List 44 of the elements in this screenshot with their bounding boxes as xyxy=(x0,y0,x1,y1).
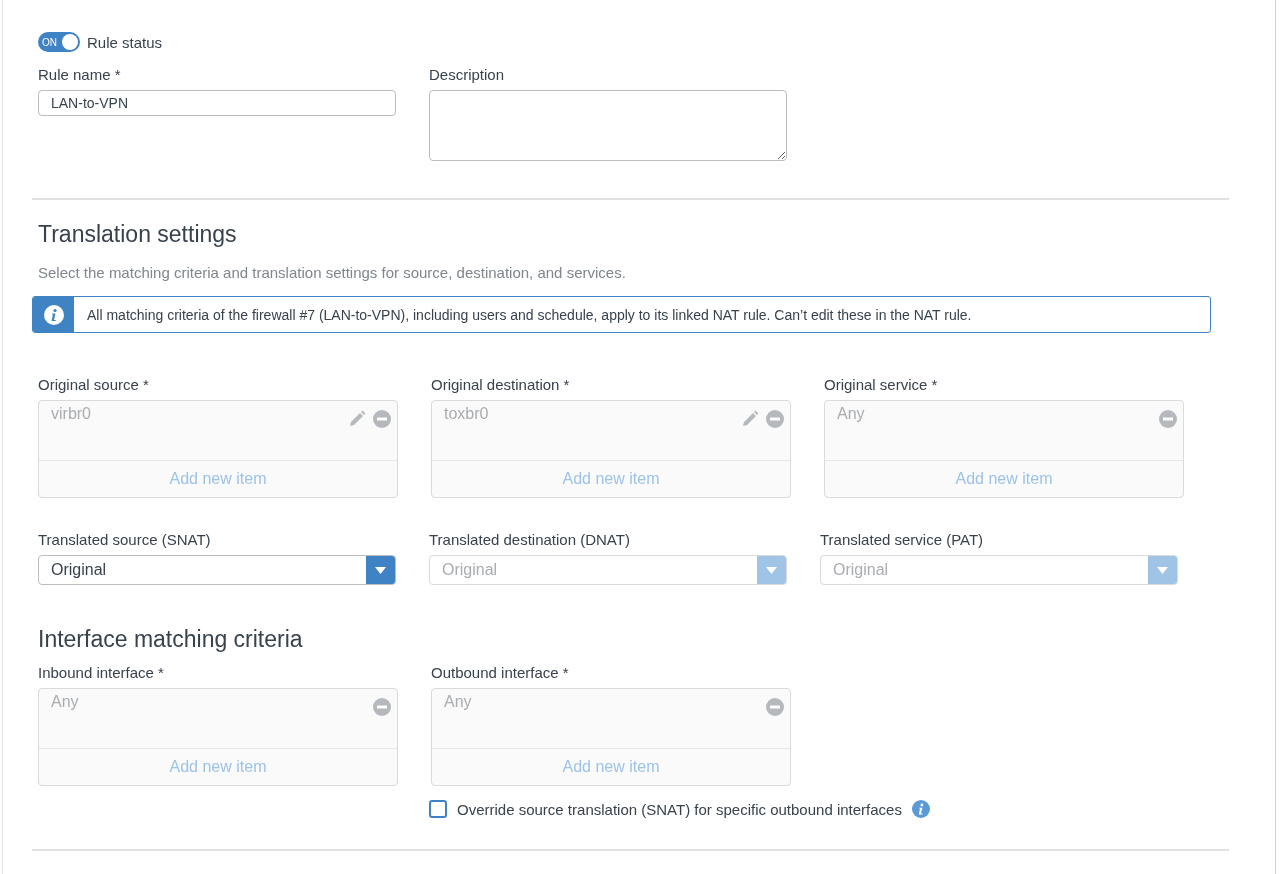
add-new-item-link[interactable]: Add new item xyxy=(562,758,660,776)
banner-text: All matching criteria of the firewall #7 (LAN-to-VPN), including users and schedule, apply to its linked NAT rule. Can’t edit these in the NAT rule. xyxy=(86,305,972,325)
field-label: Rule name * xyxy=(38,66,122,83)
field-label: Translated service (PAT) xyxy=(820,531,985,548)
add-new-item-link[interactable]: Add new item xyxy=(169,470,267,488)
field-label: Translated destination (DNAT) xyxy=(429,531,631,548)
field-label: Original service * xyxy=(824,376,939,393)
add-new-item-link[interactable]: Add new item xyxy=(169,758,267,776)
caret-icon xyxy=(766,566,777,574)
pencil-icon[interactable] xyxy=(348,410,366,428)
section-description: Select the matching criteria and translation settings for source, destination, and services. xyxy=(38,264,627,281)
add-new-item-link[interactable]: Add new item xyxy=(562,470,660,488)
rule-name-field[interactable]: LAN-to-VPN xyxy=(38,90,396,116)
dropdown[interactable]: Original xyxy=(38,555,396,585)
list-item: Any xyxy=(837,405,866,423)
section-title: Interface matching criteria xyxy=(38,626,304,653)
add-new-item-link[interactable]: Add new item xyxy=(955,470,1053,488)
remove-icon[interactable] xyxy=(373,410,391,428)
field-label: Description xyxy=(429,66,506,83)
pencil-icon[interactable] xyxy=(741,410,759,428)
toggle-switch[interactable]: ON xyxy=(38,32,80,52)
list-item: Any xyxy=(51,693,80,711)
toggle-text: ON xyxy=(42,36,57,48)
toggle-label: Rule status xyxy=(87,33,163,51)
field-label: Original source * xyxy=(38,376,150,393)
info-icon[interactable] xyxy=(911,800,930,818)
list-item: virbr0 xyxy=(51,405,92,423)
remove-icon[interactable] xyxy=(373,698,391,716)
remove-icon[interactable] xyxy=(766,698,784,716)
field-label: Outbound interface * xyxy=(431,664,570,681)
checkbox-label: Override source translation (SNAT) for specific outbound interfaces xyxy=(457,800,902,818)
remove-icon[interactable] xyxy=(766,410,784,428)
caret-icon xyxy=(1157,566,1168,574)
field-label: Original destination * xyxy=(431,376,571,393)
description-field[interactable] xyxy=(429,90,787,161)
section-title: Translation settings xyxy=(38,221,238,248)
caret-icon xyxy=(375,566,386,574)
field-label: Translated source (SNAT) xyxy=(38,531,212,548)
field-label: Inbound interface * xyxy=(38,664,165,681)
info-icon xyxy=(43,304,64,325)
list-item: toxbr0 xyxy=(444,405,490,423)
checkbox[interactable] xyxy=(429,800,447,818)
remove-icon[interactable] xyxy=(1159,410,1177,428)
list-item: Any xyxy=(444,693,473,711)
